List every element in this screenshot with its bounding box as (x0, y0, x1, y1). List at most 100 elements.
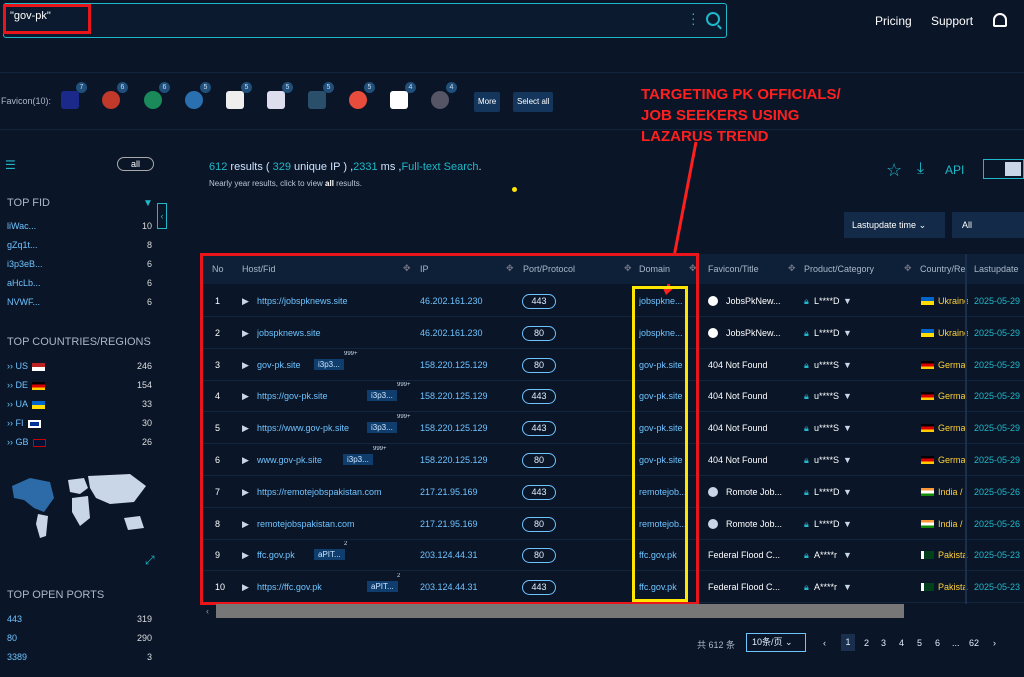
prev-page-icon[interactable]: ‹ (823, 638, 826, 648)
top-country-item[interactable]: ›› UA 33 (7, 399, 152, 409)
search-bar[interactable] (3, 3, 727, 38)
top-port-item[interactable]: 443 319 (7, 614, 152, 624)
top-fid-item[interactable]: NVWF... 6 (7, 297, 152, 307)
search-icon[interactable] (706, 12, 720, 26)
country-name[interactable]: Ukraine (938, 328, 968, 338)
product-label[interactable]: L****D (814, 296, 840, 306)
favicon-3-icon[interactable] (144, 91, 162, 109)
favicon-select-all-button[interactable]: Select all (513, 92, 554, 112)
collapse-panel-button[interactable]: ‹ (157, 203, 167, 229)
favicon-4-icon[interactable] (185, 91, 203, 109)
page-2[interactable]: 2 (864, 638, 869, 648)
page-title[interactable]: Romote Job... (726, 519, 786, 529)
country-name[interactable]: India / (938, 519, 968, 529)
country-name[interactable]: Ukraine (938, 296, 968, 306)
page-title[interactable]: JobsPkNew... (726, 296, 786, 306)
favicon-1-icon[interactable] (61, 91, 79, 109)
filter-settings-icon[interactable]: ☰ (5, 158, 16, 172)
nav-support[interactable]: Support (931, 14, 973, 28)
filter-icon[interactable]: ▼ (143, 198, 153, 209)
product-label[interactable]: L****D (814, 328, 840, 338)
product-label[interactable]: L****D (814, 487, 840, 497)
page-6[interactable]: 6 (935, 638, 940, 648)
product-label[interactable]: u****S (814, 455, 839, 465)
chevron-down-icon[interactable]: ▼ (843, 391, 852, 401)
page-title[interactable]: Romote Job... (726, 487, 786, 497)
col-title[interactable]: Favicon/Title (708, 264, 759, 274)
favicon-6-icon[interactable] (267, 91, 285, 109)
favicon-8-icon[interactable] (349, 91, 367, 109)
scroll-left-icon[interactable]: ‹ (206, 606, 209, 616)
favicon-9-icon[interactable] (390, 91, 408, 109)
top-country-item[interactable]: ›› DE 154 (7, 380, 152, 390)
more-options-icon[interactable]: · · · (691, 6, 696, 30)
country-name[interactable]: Pakista (938, 582, 968, 592)
view-toggle[interactable] (983, 159, 1024, 179)
country-name[interactable]: India / (938, 487, 968, 497)
favicon-2-icon[interactable] (102, 91, 120, 109)
view-all-link[interactable]: all (325, 179, 334, 188)
country-name[interactable]: Germa (938, 360, 968, 370)
country-name[interactable]: Germa (938, 391, 968, 401)
sort-select[interactable]: Lastupdate time ⌄ (844, 212, 945, 238)
chevron-down-icon[interactable]: ▼ (843, 519, 852, 529)
page-title[interactable]: 404 Not Found (708, 360, 786, 370)
chevron-down-icon[interactable]: ▼ (843, 328, 852, 338)
product-label[interactable]: u****S (814, 360, 839, 370)
nav-pricing[interactable]: Pricing (875, 14, 912, 28)
top-country-item[interactable]: ›› US 246 (7, 361, 152, 371)
product-label[interactable]: u****S (814, 423, 839, 433)
page-title[interactable]: 404 Not Found (708, 455, 786, 465)
page-title[interactable]: 404 Not Found (708, 391, 786, 401)
filter-all-pill[interactable]: all (117, 157, 154, 171)
page-size-select[interactable]: 10条/页 ⌄ (746, 633, 806, 652)
favicon-10-icon[interactable] (431, 91, 449, 109)
chevron-down-icon[interactable]: ▼ (843, 582, 852, 592)
top-port-item[interactable]: 3389 3 (7, 652, 152, 662)
full-text-search-link[interactable]: Full-text Search (401, 161, 478, 173)
api-button[interactable]: API (945, 163, 964, 177)
grid-view-icon[interactable] (1005, 162, 1021, 176)
page-3[interactable]: 3 (881, 638, 886, 648)
chevron-down-icon[interactable]: ▼ (843, 423, 852, 433)
chevron-down-icon[interactable]: ▼ (843, 487, 852, 497)
page-title[interactable]: JobsPkNew... (726, 328, 786, 338)
product-label[interactable]: L****D (814, 519, 840, 529)
col-country[interactable]: Country/Re (920, 264, 968, 274)
page-1[interactable]: 1 (841, 634, 855, 651)
download-icon[interactable]: ⤓ (917, 160, 924, 178)
expand-map-icon[interactable]: ⤢ (145, 553, 155, 568)
country-name[interactable]: Germa (938, 423, 968, 433)
product-label[interactable]: A****r (814, 550, 837, 560)
resize-handle-icon[interactable]: ✥ (788, 263, 796, 274)
page-title[interactable]: Federal Flood C... (708, 582, 786, 592)
page-5[interactable]: 5 (917, 638, 922, 648)
page-title[interactable]: 404 Not Found (708, 423, 786, 433)
top-fid-item[interactable]: liWac... 10 (7, 221, 152, 231)
favicon-5-icon[interactable] (226, 91, 244, 109)
bell-icon[interactable] (993, 13, 1007, 27)
col-product[interactable]: Product/Category (804, 264, 874, 274)
favicon-7-icon[interactable] (308, 91, 326, 109)
resize-handle-icon[interactable]: ✥ (904, 263, 912, 274)
country-name[interactable]: Germa (938, 455, 968, 465)
page-4[interactable]: 4 (899, 638, 904, 648)
horizontal-scrollbar[interactable] (216, 604, 904, 618)
chevron-down-icon[interactable]: ▼ (843, 296, 852, 306)
top-country-item[interactable]: ›› FI 30 (7, 418, 152, 428)
next-page-icon[interactable]: › (993, 638, 996, 648)
favicon-more-button[interactable]: More (474, 92, 501, 112)
country-name[interactable]: Pakista (938, 550, 968, 560)
page-ellipsis[interactable]: ... (952, 638, 960, 648)
top-country-item[interactable]: ›› GB 26 (7, 437, 152, 447)
filter-select[interactable]: All (952, 212, 1024, 238)
star-icon[interactable]: ☆ (886, 160, 902, 181)
chevron-down-icon[interactable]: ▼ (843, 455, 852, 465)
col-updated[interactable]: Lastupdate (974, 264, 1019, 274)
top-fid-item[interactable]: gZq1t... 8 (7, 240, 152, 250)
chevron-down-icon[interactable]: ▼ (843, 550, 852, 560)
page-title[interactable]: Federal Flood C... (708, 550, 786, 560)
top-fid-item[interactable]: aHcLb... 6 (7, 278, 152, 288)
product-label[interactable]: u****S (814, 391, 839, 401)
chevron-down-icon[interactable]: ▼ (843, 360, 852, 370)
